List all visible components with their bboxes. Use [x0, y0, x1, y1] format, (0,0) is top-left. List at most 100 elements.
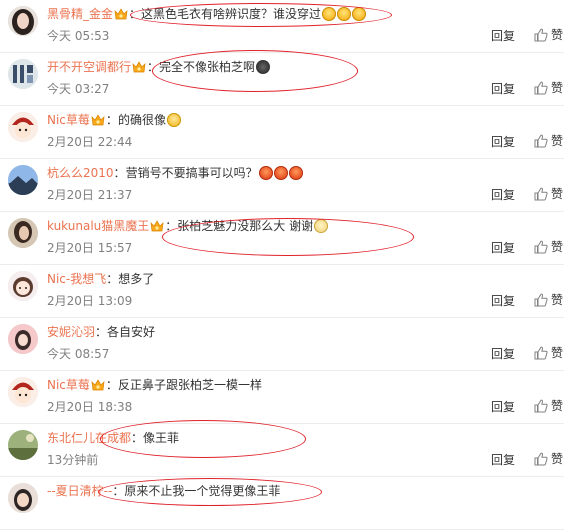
comment-text: 反正鼻子跟张柏芝一模一样 [117, 378, 262, 392]
ghost-emoji-icon [256, 60, 271, 74]
comment-row: 开不开空调都行 ：完全不像张柏芝啊今天 03:27 回复 赞 [0, 53, 564, 106]
like-label: 赞 [551, 399, 564, 413]
avatar[interactable] [8, 483, 38, 513]
username-link[interactable]: 安妮沁羽 [47, 325, 95, 339]
colon-separator: ： [105, 113, 118, 127]
reply-button[interactable]: 回复 [491, 346, 515, 362]
comment-text: 原来不止我一个觉得更像王菲 [124, 484, 281, 498]
thumbs-up-icon [534, 80, 548, 94]
reply-button[interactable]: 回复 [491, 187, 515, 203]
reply-button[interactable]: 回复 [491, 81, 515, 97]
comment-line: --夏日清柠--：原来不止我一个觉得更像王菲 [47, 482, 504, 500]
avatar[interactable] [8, 430, 38, 460]
avatar[interactable] [8, 6, 38, 36]
comment-text: 像王菲 [143, 431, 180, 445]
comment-text: 这黑色毛衣有啥辨识度？谁没穿过 [141, 7, 322, 21]
username-link[interactable]: --夏日清柠-- [47, 484, 112, 498]
comment-feed: 黑骨精_金金 ：这黑色毛衣有啥辨识度？谁没穿过 今天 05:53 回复赞开不开空调都行… [0, 0, 564, 530]
username-link[interactable]: kukunalu猫黑魔王 [47, 219, 149, 233]
reply-button[interactable]: 回复 [491, 28, 515, 44]
angry-emoji-icon [288, 166, 303, 180]
like-button[interactable]: 赞 [534, 238, 564, 258]
comment-line: 东北仁儿在成都：像王菲 [47, 429, 504, 447]
colon-separator: ： [147, 60, 160, 74]
colon-separator: ： [95, 325, 108, 339]
comment-line: kukunalu猫黑魔王 ：张柏芝魅力没那么大 谢谢 [47, 217, 504, 235]
username-link[interactable]: Nic草莓 [47, 378, 90, 392]
cat-emoji-icon [314, 219, 329, 233]
timestamp: 今天 03:27 [47, 82, 110, 96]
like-label: 赞 [551, 134, 564, 148]
like-label: 赞 [551, 81, 564, 95]
colon-separator: ： [106, 272, 119, 286]
avatar[interactable] [8, 324, 38, 354]
thumbs-up-icon [534, 398, 548, 412]
comment-text: 想多了 [118, 272, 155, 286]
comment-text: 完全不像张柏芝啊 [159, 60, 256, 74]
laugh-emoji-icon [352, 7, 367, 21]
reply-button[interactable]: 回复 [491, 134, 515, 150]
like-label: 赞 [551, 28, 564, 42]
comment-row: --夏日清柠--：原来不止我一个觉得更像王菲 [0, 477, 564, 530]
username-link[interactable]: Nic草莓 [47, 113, 90, 127]
comment-row: 东北仁儿在成都：像王菲 13分钟前 回复 赞 [0, 424, 564, 477]
timestamp: 2月20日 15:57 [47, 241, 133, 255]
comment-text: 各自安好 [107, 325, 156, 339]
avatar[interactable] [8, 377, 38, 407]
comment-line: Nic草莓 ：反正鼻子跟张柏芝一模一样 [47, 376, 504, 394]
reply-button[interactable]: 回复 [491, 399, 515, 415]
vip-crown-icon [91, 113, 105, 126]
thumbs-up-icon [534, 239, 548, 253]
like-button[interactable]: 赞 [534, 185, 564, 205]
comment-line: 黑骨精_金金 ：这黑色毛衣有啥辨识度？谁没穿过 [47, 5, 504, 23]
avatar[interactable] [8, 218, 38, 248]
colon-separator: ： [129, 7, 142, 21]
reply-button[interactable]: 回复 [491, 452, 515, 468]
comment-row: kukunalu猫黑魔王 ：张柏芝魅力没那么大 谢谢 2月20日 15:57 回复 赞 [0, 212, 564, 265]
username-link[interactable]: 东北仁儿在成都 [47, 431, 131, 445]
comment-line: 开不开空调都行 ：完全不像张柏芝啊 [47, 58, 504, 76]
like-button[interactable]: 赞 [534, 132, 564, 152]
laugh-emoji-icon [322, 7, 337, 21]
timestamp: 2月20日 13:09 [47, 294, 133, 308]
username-link[interactable]: 黑骨精_金金 [47, 7, 113, 21]
colon-separator: ： [131, 431, 144, 445]
like-button[interactable]: 赞 [534, 26, 564, 46]
comment-line: 杭么么2010：营销号不要搞事可以吗？ [47, 164, 504, 182]
thumbs-up-icon [534, 27, 548, 41]
thumbs-up-icon [534, 186, 548, 200]
comment-text: 的确很像 [117, 113, 166, 127]
like-button[interactable]: 赞 [534, 397, 564, 417]
comment-row: 杭么么2010：营销号不要搞事可以吗？ 2月20日 21:37 回复 赞 [0, 159, 564, 212]
colon-separator: ： [105, 378, 118, 392]
colon-separator: ： [112, 484, 125, 498]
avatar[interactable] [8, 59, 38, 89]
vip-crown-icon [132, 60, 146, 73]
reply-button[interactable]: 回复 [491, 293, 515, 309]
username-link[interactable]: Nic-我想飞 [47, 272, 106, 286]
vip-crown-icon [114, 7, 128, 20]
comment-row: Nic草莓 ：反正鼻子跟张柏芝一模一样 2月20日 18:38 回复 赞 [0, 371, 564, 424]
avatar[interactable] [8, 271, 38, 301]
comment-row: Nic-我想飞：想多了 2月20日 13:09 回复 赞 [0, 265, 564, 318]
username-link[interactable]: 开不开空调都行 [47, 60, 131, 74]
timestamp: 2月20日 21:37 [47, 188, 133, 202]
comment-line: Nic草莓 ：的确很像 [47, 111, 504, 129]
reply-button[interactable]: 回复 [491, 240, 515, 256]
like-button[interactable]: 赞 [534, 450, 564, 470]
comment-text: 营销号不要搞事可以吗？ [125, 166, 258, 180]
username-link[interactable]: 杭么么2010 [47, 166, 114, 180]
like-button[interactable]: 赞 [534, 344, 564, 364]
comment-line: 安妮沁羽：各自安好 [47, 323, 504, 341]
thumbs-up-icon [534, 345, 548, 359]
laugh-emoji-icon [337, 7, 352, 21]
avatar[interactable] [8, 112, 38, 142]
like-button[interactable]: 赞 [534, 79, 564, 99]
avatar[interactable] [8, 165, 38, 195]
vip-crown-icon [91, 378, 105, 391]
comment-text: 张柏芝魅力没那么大 谢谢 [177, 219, 314, 233]
timestamp: 2月20日 18:38 [47, 400, 133, 414]
angry-emoji-icon [273, 166, 288, 180]
like-button[interactable]: 赞 [534, 291, 564, 311]
timestamp: 今天 05:53 [47, 29, 110, 43]
